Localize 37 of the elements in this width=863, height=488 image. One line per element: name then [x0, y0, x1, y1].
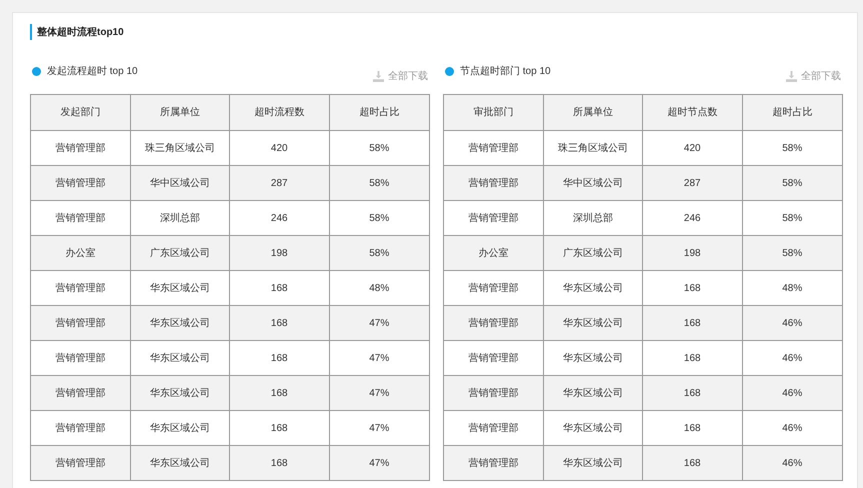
table-cell-text: 48% — [781, 282, 804, 296]
table-cell-text: 48% — [368, 282, 390, 296]
table-cell-text: 58% — [781, 142, 804, 156]
table-cell-text: 46% — [781, 316, 804, 330]
table-cell-text: 46% — [781, 352, 804, 366]
section-heading: 节点超时部门 top 10 — [460, 64, 551, 78]
table-cell-text: 47% — [368, 386, 390, 400]
table-cell-text: 47% — [368, 456, 390, 470]
table-cell: 168 — [643, 446, 742, 480]
table-cell-text: 46% — [781, 456, 804, 470]
table-cell: 营销管理部 — [444, 446, 544, 480]
table-cell-text: 47% — [368, 316, 390, 330]
download-icon — [786, 70, 797, 82]
table-cell-text: 58% — [368, 176, 390, 190]
table-cell-text: 46% — [781, 422, 804, 436]
table-cell-text: 47% — [368, 352, 390, 366]
table-cell: 华东区域公司 — [130, 446, 230, 480]
download-button[interactable]: 全部下载 — [373, 68, 428, 84]
table-cell: 营销管理部 — [31, 446, 130, 480]
table-cell-text: 58% — [781, 176, 804, 190]
table-cell-text: 58% — [368, 246, 390, 260]
table-cell: 华东区域公司 — [544, 446, 643, 480]
bullet-icon — [32, 66, 41, 76]
section-heading: 发起流程超时 top 10 — [47, 64, 138, 78]
table-cell-text: 58% — [781, 246, 804, 260]
table-cell-text: 47% — [368, 422, 390, 436]
column-header: 超时占比 — [771, 106, 814, 120]
page-title: 整体超时流程top10 — [37, 25, 124, 40]
bullet-icon — [445, 66, 454, 76]
download-button[interactable]: 全部下载 — [786, 68, 841, 84]
download-icon — [373, 70, 384, 82]
table-cell-text: 58% — [368, 212, 390, 226]
table-cell-text: 58% — [368, 142, 390, 156]
table-cell-text: 46% — [781, 386, 804, 400]
table-cell-text: 58% — [781, 212, 804, 226]
column-header: 超时占比 — [358, 106, 400, 120]
table-cell: 168 — [230, 446, 330, 480]
